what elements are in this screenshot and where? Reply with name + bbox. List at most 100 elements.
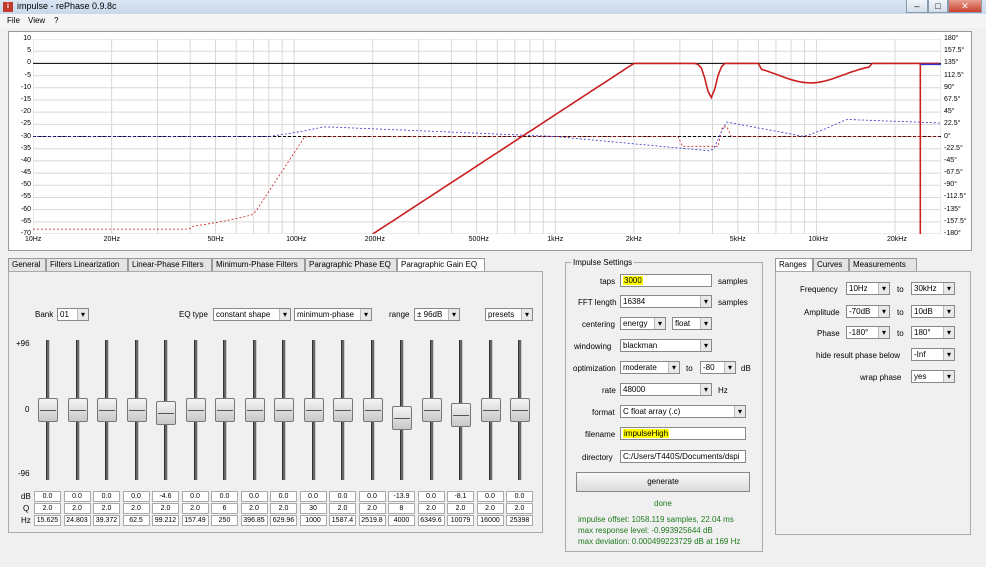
menu-help[interactable]: ?	[54, 16, 58, 25]
band-db-field[interactable]: 0.0	[63, 491, 91, 502]
band-db-field[interactable]: 0.0	[329, 491, 356, 502]
eq-band-slider[interactable]	[212, 340, 238, 480]
band-q-field[interactable]: 2.0	[93, 503, 120, 514]
eq-band-slider[interactable]	[183, 340, 209, 480]
slider-thumb[interactable]	[274, 398, 294, 422]
band-hz-field[interactable]: 15.625	[34, 515, 61, 526]
band-db-field[interactable]: 0.0	[211, 491, 238, 502]
tab-filters-linearization[interactable]: Filters Linearization	[46, 258, 128, 272]
band-q-field[interactable]: 2.0	[417, 503, 445, 514]
band-q-field[interactable]: 2.0	[329, 503, 356, 514]
band-q-field[interactable]: 2.0	[358, 503, 386, 514]
optimization-db-select[interactable]: -80	[700, 361, 736, 374]
eq-band-slider[interactable]	[389, 340, 415, 480]
band-hz-field[interactable]: 6349.6	[417, 515, 445, 526]
menu-file[interactable]: File	[7, 16, 20, 25]
range-select[interactable]: ± 96dB	[414, 308, 460, 321]
tab-paragraphic-gain-eq[interactable]: Paragraphic Gain EQ	[397, 258, 485, 272]
slider-thumb[interactable]	[67, 398, 88, 422]
band-hz-field[interactable]: 39.372	[93, 515, 120, 526]
band-db-field[interactable]: -4.6	[152, 491, 179, 502]
band-hz-field[interactable]: 2519.8	[358, 515, 386, 526]
band-q-field[interactable]: 2.0	[63, 503, 91, 514]
eq-band-slider[interactable]	[271, 340, 297, 480]
band-q-field[interactable]: 2.0	[270, 503, 297, 514]
directory-input[interactable]: C:/Users/T440S/Documents/dspi	[620, 450, 746, 463]
eq-type-select[interactable]: constant shape	[213, 308, 291, 321]
slider-thumb[interactable]	[451, 402, 471, 427]
maximize-button[interactable]: □	[928, 0, 948, 13]
eq-band-slider[interactable]	[360, 340, 386, 480]
slider-thumb[interactable]	[392, 406, 412, 431]
taps-input[interactable]: 3000	[620, 274, 712, 287]
rate-select[interactable]: 48000	[620, 383, 712, 396]
format-select[interactable]: C float array (.c)	[620, 405, 746, 418]
amplitude-to-select[interactable]: 10dB	[911, 305, 955, 318]
band-hz-field[interactable]: 24.803	[63, 515, 91, 526]
band-hz-field[interactable]: 4000	[388, 515, 415, 526]
slider-thumb[interactable]	[362, 398, 383, 422]
eq-band-slider[interactable]	[448, 340, 474, 480]
eq-band-slider[interactable]	[35, 340, 61, 480]
presets-select[interactable]: presets	[485, 308, 533, 321]
close-button[interactable]: ✕	[948, 0, 982, 13]
minimize-button[interactable]: –	[906, 0, 928, 13]
wrap-phase-select[interactable]: yes	[911, 370, 955, 383]
hide-phase-select[interactable]: -Inf	[911, 348, 955, 361]
band-hz-field[interactable]: 157.49	[181, 515, 209, 526]
band-db-field[interactable]: 0.0	[34, 491, 61, 502]
slider-thumb[interactable]	[244, 398, 265, 422]
band-q-field[interactable]: 2.0	[181, 503, 209, 514]
band-q-field[interactable]: 2.0	[34, 503, 61, 514]
eq-band-slider[interactable]	[330, 340, 356, 480]
tab-paragraphic-phase-eq[interactable]: Paragraphic Phase EQ	[305, 258, 397, 272]
slider-thumb[interactable]	[38, 398, 58, 422]
slider-thumb[interactable]	[126, 398, 147, 422]
band-db-field[interactable]: 0.0	[240, 491, 268, 502]
slider-thumb[interactable]	[303, 398, 324, 422]
centering-type-select[interactable]: float	[672, 317, 712, 330]
eq-band-slider[interactable]	[507, 340, 533, 480]
band-q-field[interactable]: 6	[211, 503, 238, 514]
response-plot[interactable]: 10 5 0 -5 -10 -15 -20 -25 -30 -35 -40 -45 -50 -55 -60 -…	[8, 31, 972, 251]
windowing-select[interactable]: blackman	[620, 339, 712, 352]
band-hz-field[interactable]: 250	[211, 515, 238, 526]
slider-thumb[interactable]	[421, 398, 442, 422]
band-hz-field[interactable]: 62.5	[122, 515, 150, 526]
band-db-field[interactable]: 0.0	[358, 491, 386, 502]
eq-band-slider[interactable]	[242, 340, 268, 480]
slider-thumb[interactable]	[215, 398, 235, 422]
eq-band-slider[interactable]	[94, 340, 120, 480]
bank-select[interactable]: 01	[57, 308, 89, 321]
slider-thumb[interactable]	[185, 398, 206, 422]
band-db-field[interactable]: 0.0	[93, 491, 120, 502]
eq-band-slider[interactable]	[153, 340, 179, 480]
band-db-field[interactable]: 0.0	[270, 491, 297, 502]
optimization-select[interactable]: moderate	[620, 361, 680, 374]
tab-measurements[interactable]: Measurements	[849, 258, 917, 272]
eq-band-slider[interactable]	[478, 340, 504, 480]
slider-thumb[interactable]	[333, 398, 353, 422]
slider-thumb[interactable]	[156, 400, 176, 425]
eq-band-slider[interactable]	[419, 340, 445, 480]
tab-linear-phase-filters[interactable]: Linear-Phase Filters	[128, 258, 212, 272]
band-q-field[interactable]: 2.0	[122, 503, 150, 514]
eq-band-slider[interactable]	[124, 340, 150, 480]
band-db-field[interactable]: -13.9	[388, 491, 415, 502]
band-q-field[interactable]: 30	[299, 503, 327, 514]
band-hz-field[interactable]: 25398	[506, 515, 533, 526]
filename-input[interactable]: impulseHigh	[620, 427, 746, 440]
band-hz-field[interactable]: 629.96	[270, 515, 297, 526]
tab-minimum-phase-filters[interactable]: Minimum-Phase Filters	[212, 258, 305, 272]
eq-band-slider[interactable]	[65, 340, 91, 480]
band-hz-field[interactable]: 99.212	[152, 515, 179, 526]
menu-view[interactable]: View	[28, 16, 45, 25]
band-q-field[interactable]: 2.0	[506, 503, 533, 514]
slider-thumb[interactable]	[480, 398, 501, 422]
slider-thumb[interactable]	[510, 398, 530, 422]
band-db-field[interactable]: 0.0	[506, 491, 533, 502]
band-q-field[interactable]: 2.0	[447, 503, 474, 514]
amplitude-from-select[interactable]: -70dB	[846, 305, 890, 318]
phase-type-select[interactable]: minimum-phase	[294, 308, 372, 321]
band-db-field[interactable]: 0.0	[181, 491, 209, 502]
